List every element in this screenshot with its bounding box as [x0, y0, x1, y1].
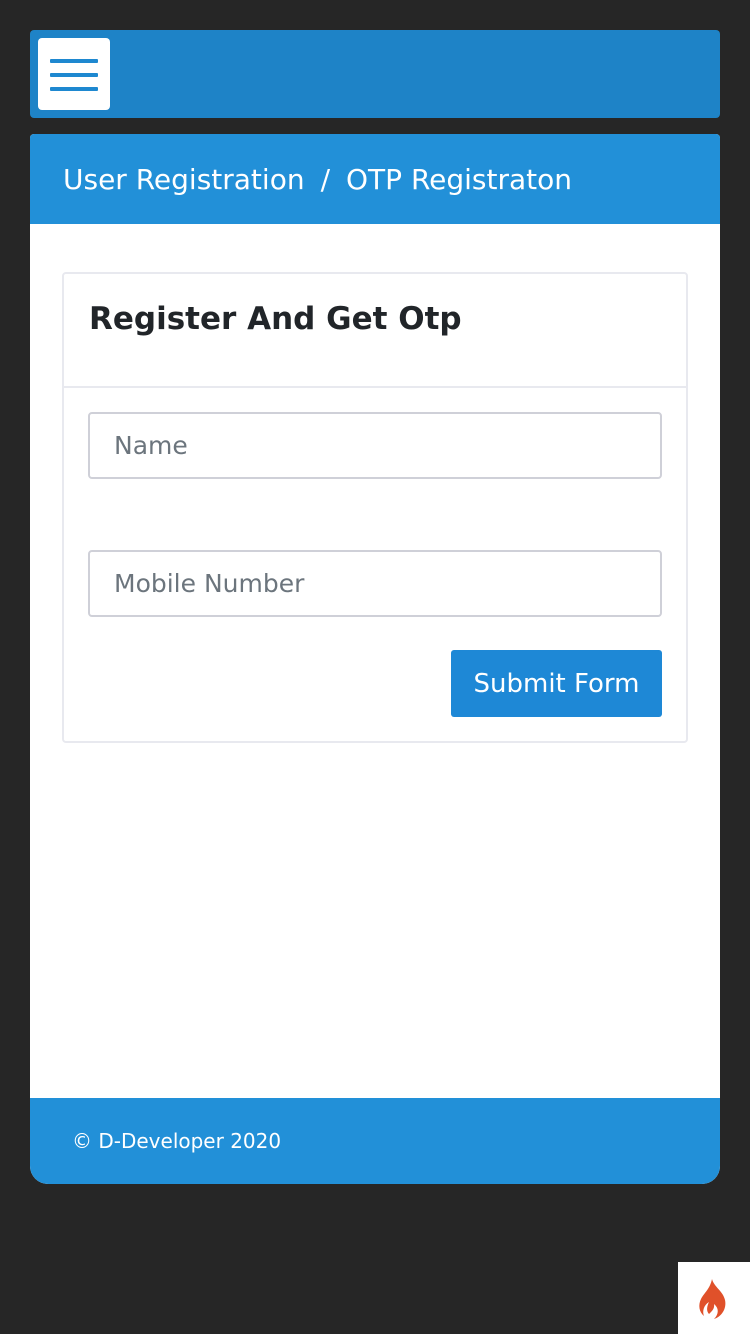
submit-form-button[interactable]: Submit Form	[451, 650, 662, 717]
breadcrumb-link-user-registration[interactable]: User Registration	[63, 163, 305, 196]
breadcrumb-current-page: OTP Registraton	[346, 162, 573, 196]
card-title: Register And Get Otp	[89, 301, 462, 337]
breadcrumb-separator: /	[320, 162, 331, 196]
main-panel: User Registration / OTP Registraton Regi…	[30, 134, 720, 1184]
registration-card: Register And Get Otp Submit Form	[62, 272, 688, 743]
flame-icon	[699, 1279, 726, 1319]
footer: © D-Developer 2020	[30, 1098, 720, 1184]
footer-copyright: © D-Developer 2020	[72, 1129, 282, 1153]
card-header: Register And Get Otp	[64, 274, 686, 388]
mobile-number-input[interactable]	[88, 550, 662, 617]
breadcrumb-bar: User Registration / OTP Registraton	[30, 134, 720, 224]
hamburger-menu-button[interactable]	[38, 38, 110, 110]
breadcrumb: User Registration / OTP Registraton	[63, 134, 572, 224]
name-input[interactable]	[88, 412, 662, 479]
corner-badge[interactable]	[678, 1262, 750, 1334]
top-navbar	[30, 30, 720, 118]
